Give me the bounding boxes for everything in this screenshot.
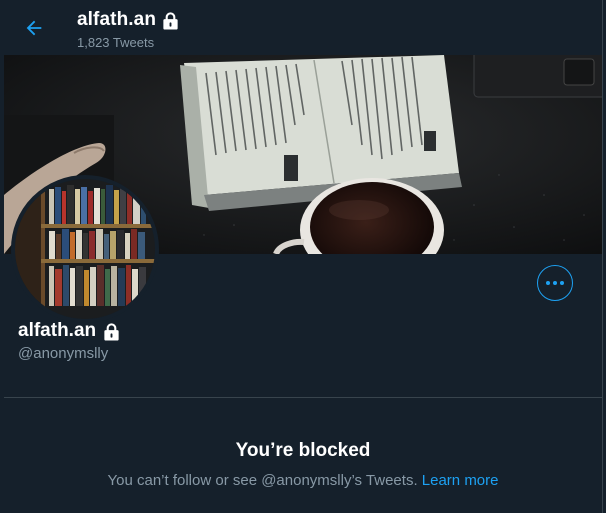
more-dot — [546, 281, 550, 285]
avatar[interactable] — [11, 175, 159, 323]
tweet-count: 1,823 Tweets — [77, 35, 155, 50]
back-button[interactable] — [18, 12, 50, 44]
top-header: alfath.an 1,823 Tweets — [0, 0, 602, 55]
more-button[interactable] — [537, 265, 573, 301]
more-dot — [553, 281, 557, 285]
blocked-title: You’re blocked — [235, 440, 371, 461]
header-title: alfath.an — [77, 9, 180, 31]
blocked-message-line: You can’t follow or see @anonymslly’s Tw… — [4, 472, 602, 489]
profile-name: alfath.an — [18, 320, 121, 342]
column-border — [602, 0, 603, 513]
header-name: alfath.an — [77, 9, 157, 30]
arrow-left-icon — [26, 20, 42, 36]
profile-display-name: alfath.an — [18, 320, 97, 341]
lock-icon — [104, 322, 119, 341]
profile-handle: @anonymslly — [18, 345, 109, 362]
blocked-message: You can’t follow or see @anonymslly’s Tw… — [107, 472, 418, 489]
more-dot — [560, 281, 564, 285]
avatar-photo — [15, 179, 155, 319]
section-divider — [4, 397, 602, 398]
lock-icon — [163, 11, 178, 30]
learn-more-link[interactable]: Learn more — [422, 472, 499, 489]
profile-page: alfath.an 1,823 Tweets alfath.an @anonym… — [0, 0, 606, 513]
